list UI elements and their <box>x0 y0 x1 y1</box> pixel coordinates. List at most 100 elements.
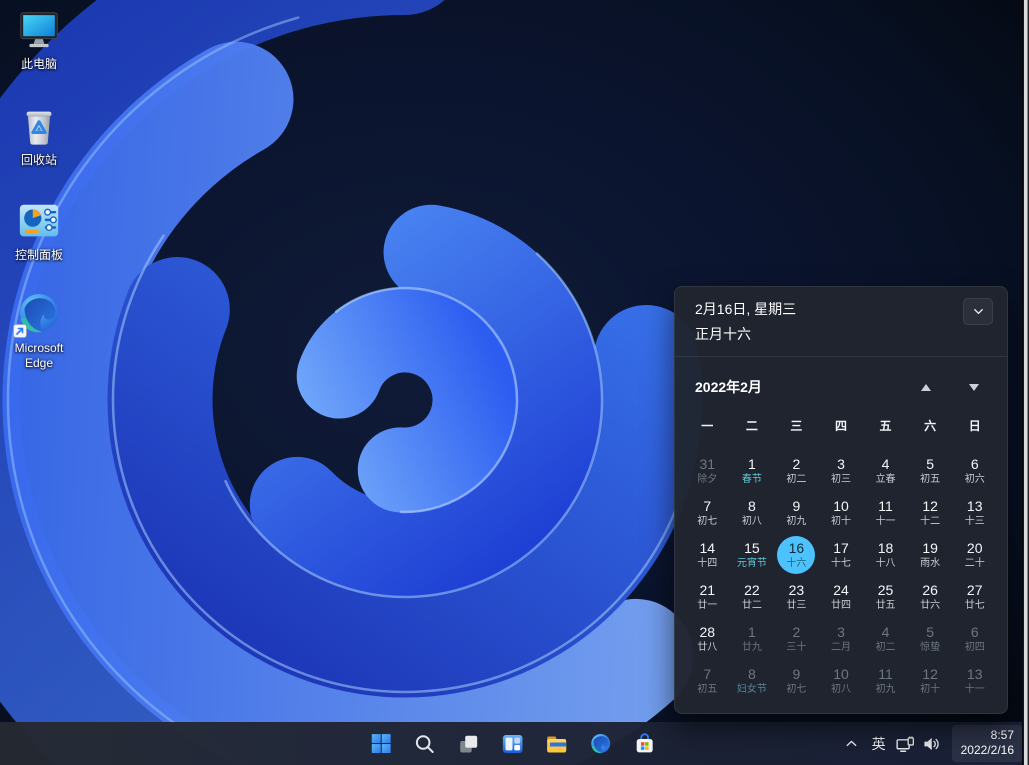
calendar-day-cell[interactable]: 1廿九 <box>730 619 775 659</box>
file-explorer-button[interactable] <box>537 724 576 763</box>
calendar-day-cell[interactable]: 22廿二 <box>730 577 775 617</box>
start-button[interactable] <box>361 724 400 763</box>
control-panel-icon <box>15 197 63 245</box>
calendar-day-cell[interactable]: 3初三 <box>819 451 864 491</box>
calendar-day-cell[interactable]: 19雨水 <box>908 535 953 575</box>
chevron-up-icon <box>844 736 859 751</box>
calendar-day-cell[interactable]: 10初八 <box>819 661 864 701</box>
taskbar: 英 8:57 2022/2/16 <box>0 722 1029 765</box>
calendar-collapse-button[interactable] <box>963 298 993 325</box>
calendar-day-cell[interactable]: 12十二 <box>908 493 953 533</box>
day-number: 7 <box>703 666 711 682</box>
day-number: 16 <box>789 540 805 556</box>
day-lunar-label: 十一 <box>965 683 985 696</box>
day-lunar-label: 廿九 <box>742 641 762 654</box>
widgets-button[interactable] <box>493 724 532 763</box>
weekday-label: 六 <box>908 413 953 437</box>
search-button[interactable] <box>405 724 444 763</box>
day-number: 12 <box>922 666 938 682</box>
day-number: 5 <box>926 456 934 472</box>
calendar-day-cell[interactable]: 25廿五 <box>863 577 908 617</box>
calendar-day-cell[interactable]: 18十八 <box>863 535 908 575</box>
calendar-day-cell[interactable]: 27廿七 <box>952 577 997 617</box>
tray-ime-indicator[interactable]: 英 <box>866 725 892 763</box>
calendar-day-cell[interactable]: 4立春 <box>863 451 908 491</box>
calendar-prev-month-button[interactable] <box>915 377 937 397</box>
calendar-day-cell[interactable]: 6初六 <box>952 451 997 491</box>
windows-start-icon <box>369 732 392 755</box>
day-lunar-label: 妇女节 <box>737 683 767 696</box>
taskbar-center-icons <box>361 722 664 765</box>
day-lunar-label: 初七 <box>786 683 806 696</box>
calendar-day-cell[interactable]: 4初二 <box>863 619 908 659</box>
calendar-day-cell[interactable]: 9初七 <box>774 661 819 701</box>
tray-show-hidden-icons-button[interactable] <box>839 725 865 763</box>
day-number: 14 <box>699 540 715 556</box>
day-lunar-label: 廿四 <box>831 599 851 612</box>
day-number: 7 <box>703 498 711 514</box>
calendar-day-cell[interactable]: 12初十 <box>908 661 953 701</box>
calendar-day-cell[interactable]: 7初五 <box>685 661 730 701</box>
microsoft-store-button[interactable] <box>625 724 664 763</box>
calendar-day-cell[interactable]: 20二十 <box>952 535 997 575</box>
calendar-day-cell[interactable]: 8妇女节 <box>730 661 775 701</box>
day-lunar-label: 初二 <box>876 641 896 654</box>
tray-volume-button[interactable] <box>920 725 946 763</box>
day-number: 24 <box>833 582 849 598</box>
desktop-icon-label: 回收站 <box>21 153 57 168</box>
calendar-day-cell[interactable]: 13十三 <box>952 493 997 533</box>
calendar-day-cell[interactable]: 3二月 <box>819 619 864 659</box>
tray-network-button[interactable] <box>893 725 919 763</box>
ethernet-icon <box>896 735 916 753</box>
calendar-day-cell[interactable]: 17十七 <box>819 535 864 575</box>
desktop-icon-recycle-bin[interactable]: 回收站 <box>0 102 78 168</box>
calendar-day-cell[interactable]: 11十一 <box>863 493 908 533</box>
calendar-day-cell[interactable]: 15元宵节 <box>730 535 775 575</box>
calendar-day-cell[interactable]: 28廿八 <box>685 619 730 659</box>
day-number: 11 <box>878 666 893 682</box>
day-number: 12 <box>922 498 938 514</box>
day-lunar-label: 十八 <box>876 557 896 570</box>
calendar-day-cell[interactable]: 24廿四 <box>819 577 864 617</box>
widgets-icon <box>501 732 525 756</box>
calendar-day-cell[interactable]: 11初九 <box>863 661 908 701</box>
calendar-day-cell[interactable]: 31除夕 <box>685 451 730 491</box>
calendar-month-label[interactable]: 2022年2月 <box>695 377 762 397</box>
calendar-day-cell[interactable]: 10初十 <box>819 493 864 533</box>
desktop-icon-list: 此电脑 <box>0 6 78 389</box>
desktop-icon-control-panel[interactable]: 控制面板 <box>0 197 78 263</box>
calendar-date-text: 2月16日, 星期三 <box>695 299 987 319</box>
day-number: 9 <box>793 666 801 682</box>
tray-clock-button[interactable]: 8:57 2022/2/16 <box>952 725 1023 762</box>
calendar-grid: 31除夕1春节2初二3初三4立春5初五6初六7初七8初八9初九10初十11十一1… <box>675 451 1007 713</box>
calendar-day-cell[interactable]: 9初九 <box>774 493 819 533</box>
calendar-day-cell[interactable]: 26廿六 <box>908 577 953 617</box>
calendar-day-cell[interactable]: 6初四 <box>952 619 997 659</box>
day-number: 23 <box>789 582 805 598</box>
task-view-button[interactable] <box>449 724 488 763</box>
calendar-day-cell[interactable]: 21廿一 <box>685 577 730 617</box>
calendar-day-cell[interactable]: 2初二 <box>774 451 819 491</box>
calendar-day-cell[interactable]: 23廿三 <box>774 577 819 617</box>
calendar-day-cell[interactable]: 5惊蛰 <box>908 619 953 659</box>
calendar-day-cell[interactable]: 13十一 <box>952 661 997 701</box>
day-lunar-label: 二月 <box>831 641 851 654</box>
day-lunar-label: 初三 <box>831 473 851 486</box>
desktop-icon-this-pc[interactable]: 此电脑 <box>0 6 78 72</box>
calendar-day-cell[interactable]: 16十六 <box>774 535 819 575</box>
day-lunar-label: 雨水 <box>920 557 940 570</box>
day-number: 11 <box>878 498 893 514</box>
desktop-icon-edge[interactable]: Microsoft Edge <box>0 290 78 371</box>
calendar-day-cell[interactable]: 7初七 <box>685 493 730 533</box>
day-number: 2 <box>793 624 801 640</box>
calendar-day-cell[interactable]: 5初五 <box>908 451 953 491</box>
day-number: 3 <box>837 456 845 472</box>
calendar-month-nav: 2022年2月 <box>675 357 1007 413</box>
calendar-day-cell[interactable]: 1春节 <box>730 451 775 491</box>
calendar-day-cell[interactable]: 2三十 <box>774 619 819 659</box>
calendar-day-cell[interactable]: 14十四 <box>685 535 730 575</box>
calendar-day-cell[interactable]: 8初八 <box>730 493 775 533</box>
day-number: 26 <box>922 582 938 598</box>
calendar-next-month-button[interactable] <box>963 377 985 397</box>
edge-taskbar-button[interactable] <box>581 724 620 763</box>
